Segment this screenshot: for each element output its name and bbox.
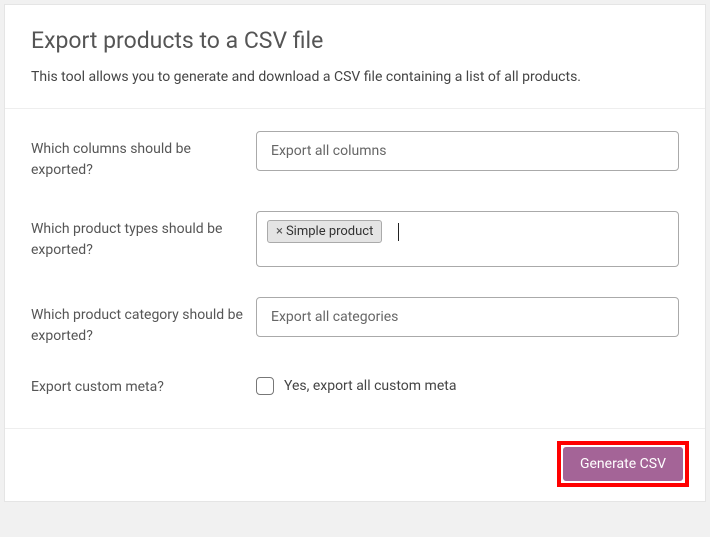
product-types-select[interactable]: × Simple product [256,211,679,267]
page-title: Export products to a CSV file [31,27,679,54]
checkbox-row: Yes, export all custom meta [256,377,679,395]
close-icon[interactable]: × [276,224,283,239]
row-columns: Which columns should be exported? Export… [31,131,679,181]
label-columns: Which columns should be exported? [31,131,256,181]
panel-footer: Generate CSV [5,429,705,501]
row-product-types: Which product types should be exported? … [31,211,679,267]
label-category: Which product category should be exporte… [31,297,256,347]
form-area: Which columns should be exported? Export… [5,109,705,428]
generate-csv-button[interactable]: Generate CSV [563,447,683,481]
label-product-types: Which product types should be exported? [31,211,256,261]
row-custom-meta: Export custom meta? Yes, export all cust… [31,377,679,398]
control-custom-meta: Yes, export all custom meta [256,377,679,395]
page-description: This tool allows you to generate and dow… [31,68,679,88]
control-product-types: × Simple product [256,211,679,267]
export-panel: Export products to a CSV file This tool … [4,4,706,502]
row-category: Which product category should be exporte… [31,297,679,347]
custom-meta-checkbox[interactable] [256,377,274,395]
button-highlight-frame: Generate CSV [557,441,689,487]
panel-header: Export products to a CSV file This tool … [5,5,705,108]
control-columns: Export all columns [256,131,679,171]
label-custom-meta: Export custom meta? [31,377,256,398]
columns-placeholder: Export all columns [271,143,386,159]
category-select[interactable]: Export all categories [256,297,679,337]
tag-simple-product[interactable]: × Simple product [267,220,382,243]
text-cursor [398,223,399,241]
tag-label: Simple product [286,224,373,239]
custom-meta-checkbox-label: Yes, export all custom meta [284,378,456,394]
columns-select[interactable]: Export all columns [256,131,679,171]
category-placeholder: Export all categories [271,309,398,325]
control-category: Export all categories [256,297,679,337]
